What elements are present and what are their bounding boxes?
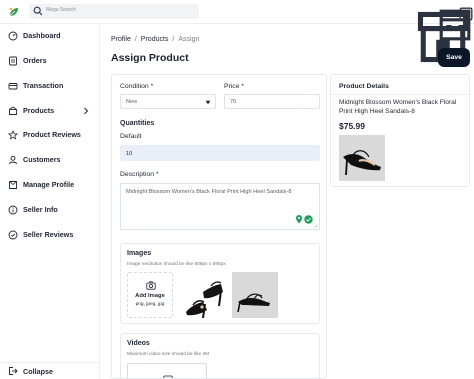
star-icon <box>8 130 18 140</box>
description-label: Description * <box>120 171 159 178</box>
collapse-button[interactable]: Collapse <box>0 362 99 379</box>
search-icon <box>33 6 43 16</box>
sidebar-item-customers[interactable]: Customers <box>0 151 99 169</box>
images-section: Images Image resolution should be like 6… <box>120 243 320 324</box>
default-label: Default <box>120 133 142 140</box>
add-image-button[interactable]: Add Image png, jpeg, jpg <box>127 272 173 318</box>
transaction-icon <box>8 83 18 90</box>
save-button[interactable]: Save <box>438 48 470 67</box>
sidebar-item-dashboard[interactable]: Dashboard <box>0 27 99 45</box>
breadcrumb-products[interactable]: Products <box>141 36 169 43</box>
page-title: Assign Product <box>111 52 189 64</box>
sidebar-item-label: Seller Reviews <box>23 230 74 239</box>
sidebar-item-label: Seller Info <box>23 205 58 214</box>
video-upload-icon <box>163 375 173 378</box>
sidebar-item-seller-reviews[interactable]: Seller Reviews <box>0 226 99 244</box>
profile-icon <box>9 181 17 189</box>
user-menu-icon[interactable] <box>458 6 474 22</box>
sidebar-item-orders[interactable]: Orders <box>0 52 99 70</box>
sidebar-item-label: Transaction <box>23 81 64 90</box>
breadcrumb: Profile / Products / Assign <box>111 36 200 43</box>
product-name: Midnight Blossom Women's Black Floral Pr… <box>339 99 457 115</box>
caret-down-icon <box>205 100 211 105</box>
main-content: Profile / Products / Assign Assign Product S… <box>101 24 474 379</box>
sidebar-item-label: Dashboard <box>23 31 61 40</box>
sidebar-item-transaction[interactable]: Transaction <box>0 77 99 95</box>
sidebar-item-seller-info[interactable]: Seller Info <box>0 201 99 219</box>
add-image-label: Add Image <box>135 293 165 299</box>
sidebar: Dashboard Orders Transaction Products Pr… <box>0 24 100 379</box>
product-price: $75.99 <box>339 121 365 131</box>
condition-label: Condition * <box>120 83 154 90</box>
search-input[interactable]: Mega Search <box>46 7 76 13</box>
grammar-check-icon[interactable] <box>304 215 313 224</box>
description-textarea[interactable]: Midnight Blossom Women's Black Floral Pr… <box>120 183 320 230</box>
chevron-right-icon <box>84 107 89 115</box>
search-bar[interactable]: Mega Search <box>29 4 199 19</box>
breadcrumb-profile[interactable]: Profile <box>111 36 131 43</box>
camera-plus-icon <box>146 281 156 290</box>
product-image-thumbnail[interactable] <box>181 272 226 319</box>
sidebar-item-label: Product Reviews <box>23 130 81 139</box>
location-pin-icon[interactable] <box>295 215 303 224</box>
product-details-title: Product Details <box>339 83 389 90</box>
info-icon <box>8 205 18 215</box>
videos-title: Videos <box>127 340 150 347</box>
default-quantity-value: 10 <box>126 151 133 157</box>
sidebar-item-label: Products <box>23 106 55 115</box>
quantities-title: Quantities <box>120 120 155 127</box>
condition-value: New <box>126 99 138 105</box>
price-label: Price * <box>224 83 245 90</box>
product-image-thumbnail[interactable] <box>232 272 278 318</box>
sidebar-item-label: Customers <box>23 155 61 164</box>
description-value: Midnight Blossom Women's Black Floral Pr… <box>126 189 292 195</box>
sidebar-item-manage-profile[interactable]: Manage Profile <box>0 176 99 194</box>
orders-icon <box>9 56 17 66</box>
sidebar-item-product-reviews[interactable]: Product Reviews <box>0 126 99 144</box>
images-hint: Image resolution should be like 609px x … <box>127 262 226 267</box>
product-details-card: Product Details Midnight Blossom Women's… <box>330 74 470 187</box>
resize-handle-icon[interactable] <box>314 224 318 228</box>
customers-icon <box>9 155 17 165</box>
logout-icon <box>9 367 18 375</box>
sandal-pair-image <box>186 281 223 319</box>
single-sandal-image <box>237 293 270 313</box>
price-value: 70 <box>230 99 237 105</box>
breadcrumb-current: Assign <box>178 36 200 43</box>
videos-section: Videos Maximum video size should be like… <box>120 333 320 378</box>
sidebar-item-label: Manage Profile <box>23 180 75 189</box>
divider <box>331 94 469 95</box>
condition-select[interactable]: New <box>120 94 216 109</box>
collapse-label: Collapse <box>23 367 53 376</box>
sidebar-item-label: Orders <box>23 56 47 65</box>
dashboard-icon <box>8 31 18 41</box>
sidebar-item-products[interactable]: Products <box>0 102 99 120</box>
products-icon <box>9 106 17 115</box>
add-image-formats: png, jpeg, jpg <box>135 302 165 307</box>
assign-product-form: Condition * New Price * 70 Quantities De… <box>111 74 327 379</box>
sandal-image <box>343 150 381 176</box>
product-detail-image <box>339 135 385 181</box>
brand-logo[interactable] <box>8 6 20 18</box>
videos-hint: Maximum video size should be like 2M <box>127 352 210 357</box>
reviews-icon <box>8 230 18 240</box>
default-quantity-field[interactable]: 10 <box>120 145 320 161</box>
price-field[interactable]: 70 <box>224 94 320 109</box>
images-title: Images <box>127 250 152 257</box>
add-video-button[interactable] <box>127 363 207 378</box>
top-bar: Mega Search <box>0 0 474 63</box>
